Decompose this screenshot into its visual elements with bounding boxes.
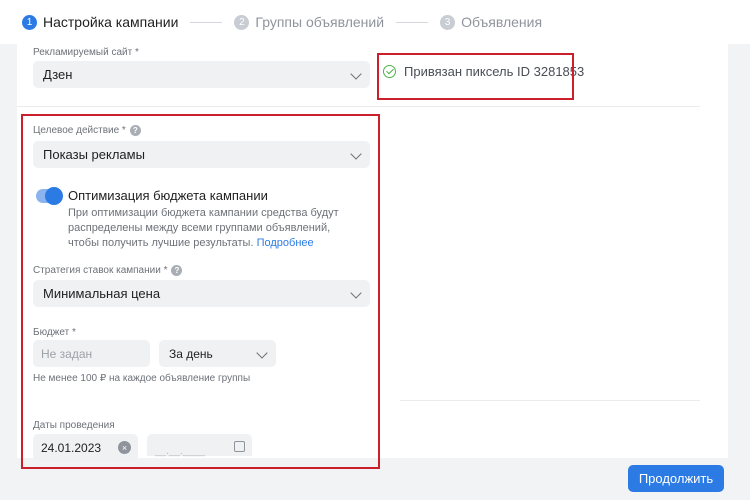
step-label: Объявления — [461, 14, 543, 30]
step-number: 3 — [440, 14, 456, 30]
continue-button[interactable]: Продолжить — [628, 465, 724, 492]
step-label: Настройка кампании — [43, 14, 179, 30]
highlight-frame-pixel — [377, 53, 574, 100]
step-label: Группы объявлений — [255, 14, 385, 30]
section-divider — [400, 400, 700, 401]
step-number: 1 — [22, 14, 37, 30]
step-connector — [396, 21, 429, 23]
stepper: 1 Настройка кампании 2 Группы объявлений… — [0, 0, 750, 44]
site-label: Рекламируемый сайт * — [33, 47, 139, 58]
site-select-value: Дзен — [43, 67, 73, 82]
step-ads[interactable]: 3 Объявления — [440, 14, 542, 30]
chevron-down-icon — [350, 68, 362, 80]
step-campaign-settings[interactable]: 1 Настройка кампании — [22, 14, 178, 30]
section-divider — [17, 106, 700, 107]
step-ad-groups[interactable]: 2 Группы объявлений — [234, 14, 384, 30]
highlight-frame-settings — [21, 114, 380, 469]
site-select[interactable]: Дзен — [33, 61, 370, 88]
step-number: 2 — [234, 14, 250, 30]
step-connector — [190, 21, 223, 23]
